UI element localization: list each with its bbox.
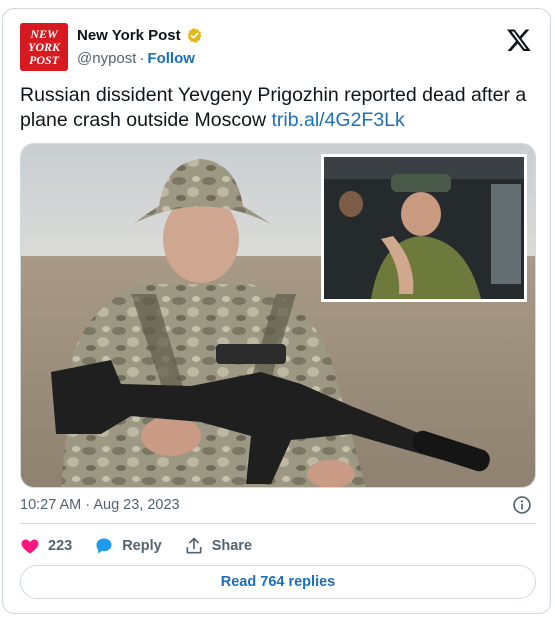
verified-badge-icon: [187, 28, 202, 43]
tweet-card: NEW YORK POST New York Post @nypost · Foll…: [2, 8, 551, 614]
separator-dot: ·: [139, 50, 145, 67]
read-replies-button[interactable]: Read 764 replies: [20, 565, 536, 599]
media-photo: [21, 144, 535, 487]
share-button[interactable]: Share: [184, 536, 252, 556]
like-count: 223: [48, 538, 73, 554]
x-logo-icon[interactable]: [506, 27, 532, 53]
name-row: New York Post: [77, 27, 203, 44]
reply-button[interactable]: Reply: [94, 536, 162, 556]
avatar-line-3: POST: [29, 53, 60, 67]
handle-row: @nypost · Follow: [77, 50, 195, 67]
avatar-line-1: NEW: [29, 27, 59, 41]
tweet-timestamp[interactable]: 10:27 AM · Aug 23, 2023: [20, 497, 180, 513]
avatar-line-2: YORK: [28, 40, 61, 54]
like-button[interactable]: 223: [20, 536, 72, 556]
share-label: Share: [211, 538, 253, 554]
ny-post-logo-icon: NEW YORK POST: [20, 23, 68, 71]
reply-bubble-icon: [96, 538, 112, 554]
account-name[interactable]: New York Post: [77, 27, 181, 44]
heart-icon: [21, 539, 39, 554]
follow-button[interactable]: Follow: [147, 50, 195, 67]
reply-label: Reply: [122, 538, 162, 554]
info-icon[interactable]: [512, 495, 532, 515]
share-icon: [186, 537, 202, 554]
avatar[interactable]: NEW YORK POST: [20, 23, 68, 71]
tweet-link[interactable]: trib.al/4G2F3Lk: [271, 109, 404, 131]
tweet-text: Russian dissident Yevgeny Prigozhin repo…: [20, 83, 540, 133]
tweet-actions: 223 Reply Share: [20, 534, 274, 558]
divider: [20, 523, 536, 524]
inset-photo: [321, 154, 527, 302]
tweet-media[interactable]: [20, 143, 536, 488]
tweet-header: NEW YORK POST New York Post @nypost · Foll…: [20, 23, 536, 73]
account-handle[interactable]: @nypost: [77, 50, 136, 67]
